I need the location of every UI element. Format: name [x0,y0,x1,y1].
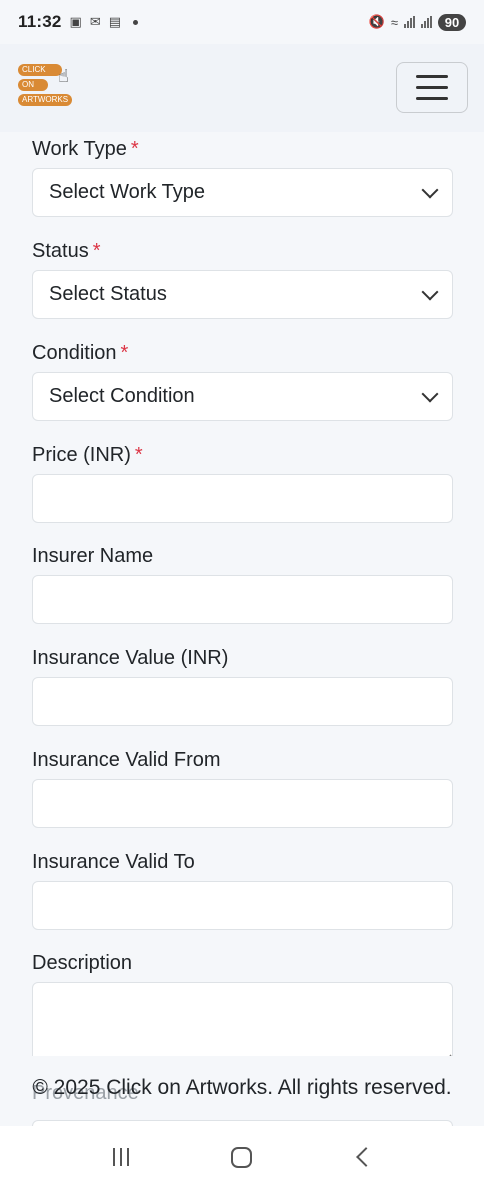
field-status: Status * Select Status [32,236,453,319]
logo-line-1: CLICK [18,64,62,76]
field-insurance-value: Insurance Value (INR) [32,643,453,726]
field-price: Price (INR) * [32,440,453,523]
back-icon [356,1147,377,1167]
description-textarea[interactable] [32,982,453,1056]
field-work-type: Work Type * Select Work Type [32,134,453,217]
work-type-label: Work Type * [32,138,139,160]
site-logo[interactable]: CLICK ON ARTWORKS ☝ [18,64,76,110]
price-label: Price (INR) * [32,444,143,466]
description-label: Description [32,952,133,974]
work-type-select[interactable]: Select Work Type [32,168,453,217]
recents-icon [112,1148,129,1166]
home-button[interactable] [222,1137,262,1177]
outlook-icon: ▤ [108,14,122,29]
insurer-name-input[interactable] [32,575,453,624]
field-insurance-valid-to: Insurance Valid To [32,847,453,930]
gmail-icon: ✉ [89,14,101,29]
insurance-value-input[interactable] [32,677,453,726]
field-condition: Condition * Select Condition [32,338,453,421]
artwork-form: Work Type * Select Work Type Status * Sele… [32,132,453,1056]
copyright-text: © 2025 Click on Artworks. All rights res… [32,1076,452,1099]
insurance-valid-to-input[interactable] [32,881,453,930]
logo-line-2: ON [18,79,48,91]
status-label: Status * [32,240,101,262]
price-input[interactable] [32,474,453,523]
signal-icon [421,16,432,28]
chevron-down-icon [421,283,439,300]
screenshot-icon: ▣ [69,14,82,29]
pointer-hand-icon: ☝ [58,66,69,86]
field-description: Description [32,948,453,1056]
chevron-down-icon [421,181,439,198]
recents-button[interactable] [101,1137,141,1177]
field-insurance-valid-from: Insurance Valid From [32,745,453,828]
status-value: Select Status [49,283,167,305]
hamburger-menu-button[interactable] [396,62,468,113]
field-insurer-name: Insurer Name [32,541,453,624]
system-nav-bar [0,1126,484,1188]
insurance-valid-from-input[interactable] [32,779,453,828]
insurance-valid-from-label: Insurance Valid From [32,749,221,771]
status-bar: 11:32 ▣ ✉ ▤ 🔇 ≈ 90 [0,0,484,44]
condition-label: Condition * [32,342,129,364]
condition-select[interactable]: Select Condition [32,372,453,421]
hamburger-menu-icon [416,75,448,78]
wifi-icon: ≈ [390,14,398,30]
logo-line-3: ARTWORKS [18,94,72,106]
dot-icon [133,19,139,25]
mute-icon: 🔇 [368,14,385,29]
back-button[interactable] [343,1137,383,1177]
home-icon [231,1146,253,1168]
app-header: CLICK ON ARTWORKS ☝ [0,44,484,132]
chevron-down-icon [421,385,439,402]
footer: Provenance © 2025 Click on Artworks. All… [0,1056,484,1130]
insurance-value-label: Insurance Value (INR) [32,647,229,669]
work-type-value: Select Work Type [49,181,205,203]
status-select[interactable]: Select Status [32,270,453,319]
battery-indicator: 90 [438,13,466,31]
signal-icon [404,16,415,28]
status-time: 11:32 [18,12,62,31]
insurer-name-label: Insurer Name [32,545,154,567]
condition-value: Select Condition [49,385,195,407]
insurance-valid-to-label: Insurance Valid To [32,851,195,873]
